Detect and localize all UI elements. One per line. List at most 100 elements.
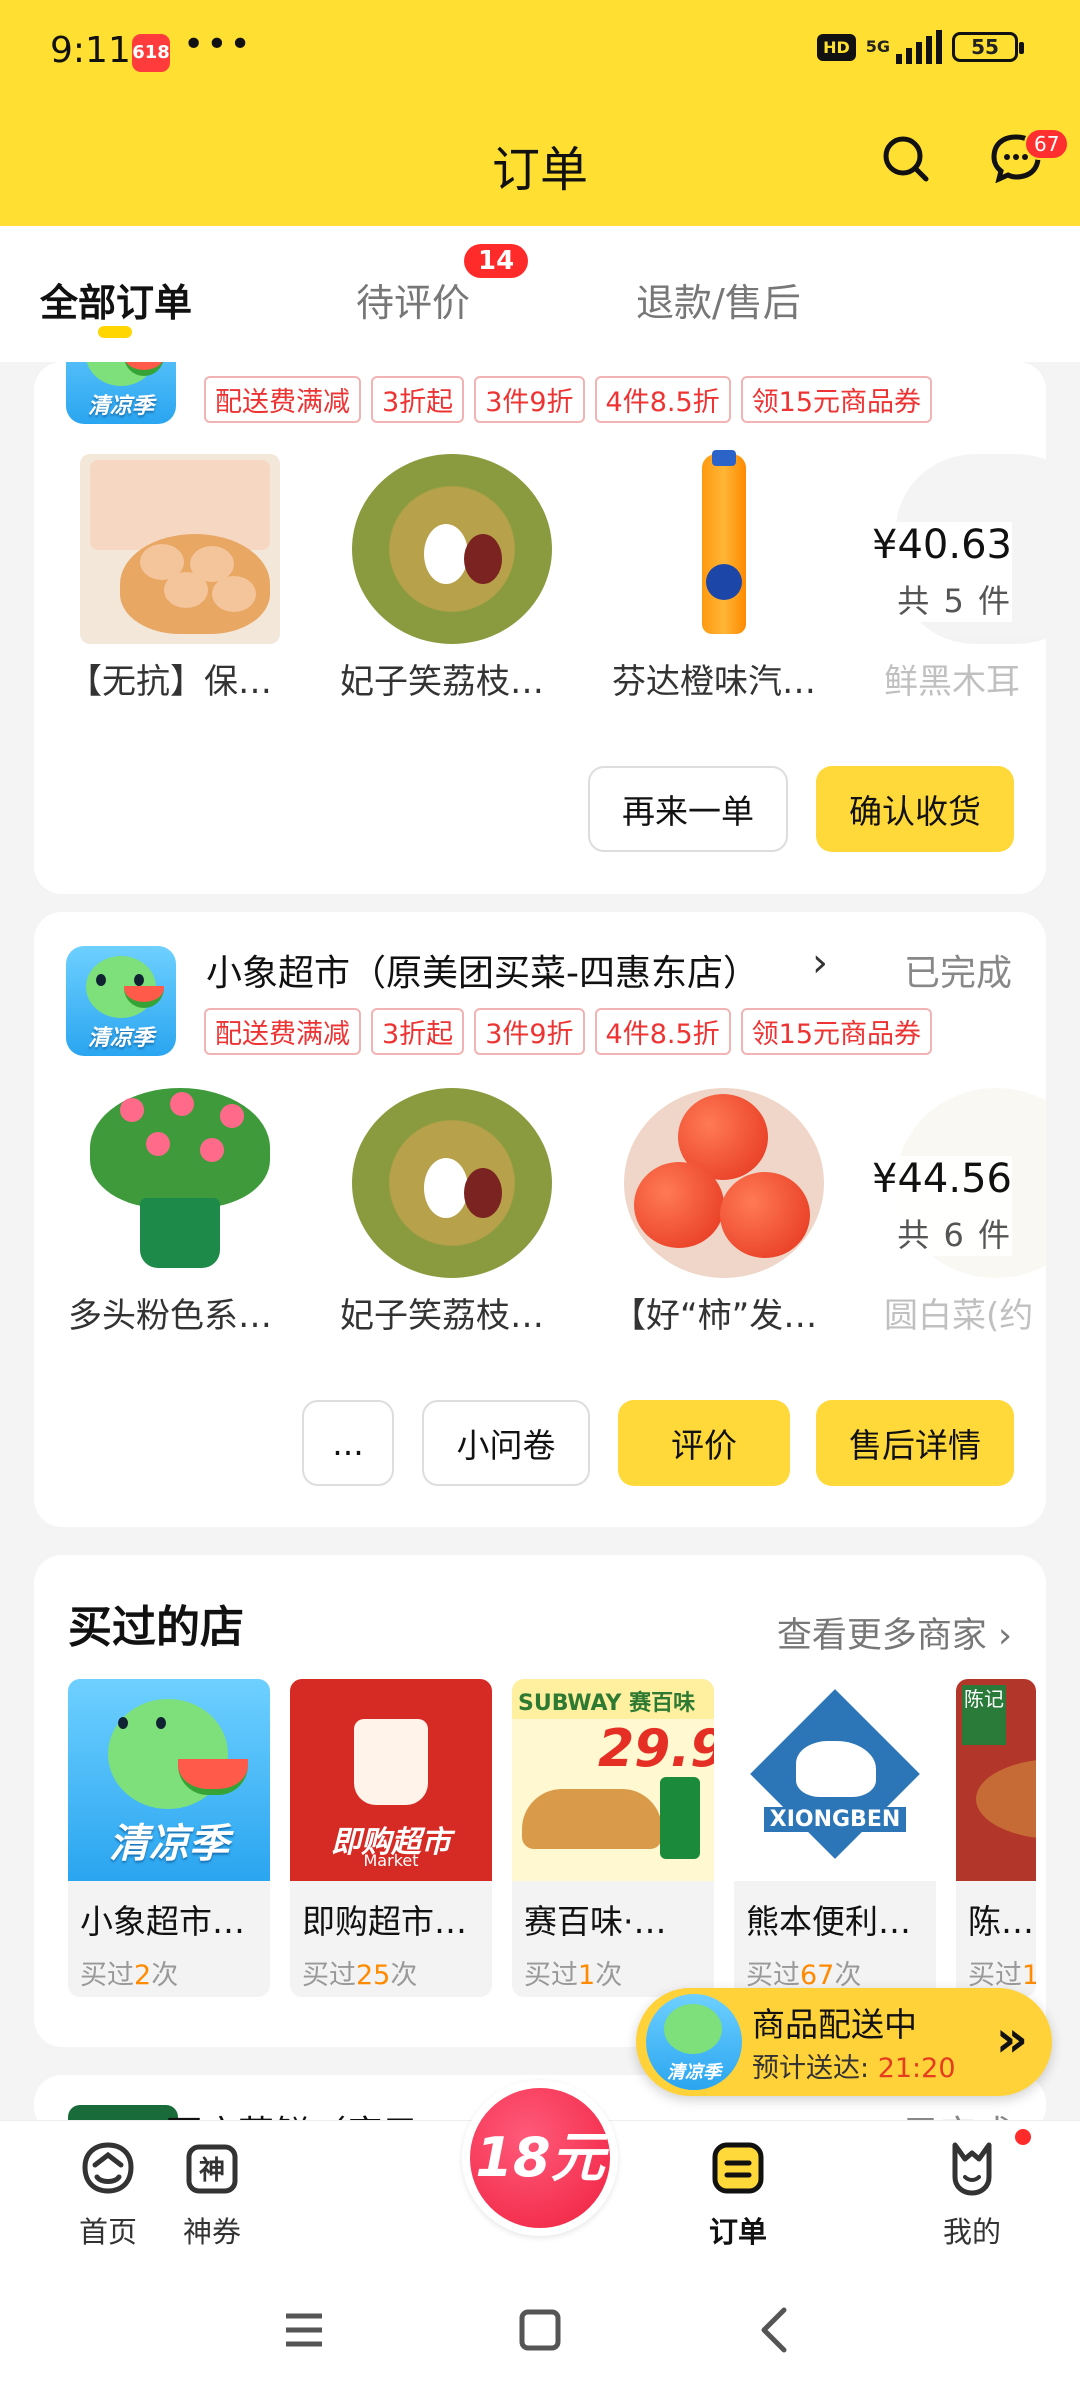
promo-tags: 配送费满减 3折起 3件9折 4件8.5折 领15元商品券 (204, 376, 933, 423)
aftersale-details-button[interactable]: 售后详情 (816, 1400, 1014, 1486)
more-actions-button[interactable]: ... (302, 1400, 394, 1486)
tab-to-review[interactable]: 待评价 (356, 272, 470, 327)
promo-tag: 领15元商品券 (740, 376, 933, 423)
status-time: 9:11 (50, 30, 131, 71)
to-review-badge: 14 (464, 244, 529, 278)
home-button-icon[interactable] (510, 2300, 570, 2360)
home-icon (82, 2142, 134, 2194)
nav-orders[interactable]: 订单 (668, 2137, 808, 2251)
store-tile[interactable]: 陈记 陈记 买过1 (956, 1679, 1036, 1997)
order-count: 共 6 件 (897, 1216, 1012, 1254)
promo-tag: 配送费满减 (204, 1008, 361, 1055)
promo-tag: 4件8.5折 (594, 376, 731, 423)
delivery-eta: 预计送达: 21:20 (752, 2053, 956, 2084)
item-name: 鲜黑木耳 (884, 662, 1020, 702)
item-name: 妃子笑荔枝… (340, 662, 544, 702)
order-tabs: 全部订单 待评价 14 退款/售后 (0, 226, 1080, 362)
order-item[interactable]: 【好“柿”发… (612, 1088, 842, 1337)
order-item[interactable]: 多头粉色系… (68, 1088, 298, 1337)
message-badge: 67 (1024, 128, 1070, 160)
lychee-image (352, 1088, 552, 1278)
shop-logo: 清凉季 (66, 946, 176, 1056)
nav-label: 订单 (708, 2215, 767, 2249)
order-card[interactable]: 清凉季 小象超市（原美团买菜-四惠东店） › 已完成 配送费满减 3折起 3件9… (34, 912, 1046, 1527)
profile-icon (952, 2142, 992, 2196)
order-total: ¥44.56 共 6 件 (852, 1156, 1012, 1256)
tab-all-orders[interactable]: 全部订单 (40, 272, 192, 327)
item-name: 多头粉色系… (68, 1296, 272, 1336)
search-icon[interactable] (880, 133, 930, 183)
item-name: 【无抗】保… (68, 662, 272, 702)
store-purchase-count: 买过25次 (302, 1960, 418, 1991)
survey-button[interactable]: 小问卷 (422, 1400, 590, 1486)
promo-tag: 3件9折 (474, 1008, 585, 1055)
promo-tag: 3折起 (371, 1008, 465, 1055)
delivery-status-banner[interactable]: 清凉季 商品配送中 预计送达: 21:20 » (636, 1988, 1052, 2096)
order-count: 共 5 件 (897, 582, 1012, 620)
back-icon[interactable] (746, 2300, 806, 2360)
store-name: 陈记 (968, 1902, 1034, 1941)
store-name: 赛百味·… (524, 1902, 667, 1941)
network-type: 5G (865, 37, 890, 56)
review-button[interactable]: 评价 (618, 1400, 790, 1486)
item-name: 圆白菜(约 (884, 1296, 1034, 1336)
promo-tag: 3件9折 (474, 376, 585, 423)
reorder-button[interactable]: 再来一单 (588, 766, 788, 852)
nav-label: 我的 (942, 2215, 1001, 2249)
promo-tag: 3折起 (371, 376, 465, 423)
order-price: ¥44.56 (872, 1156, 1012, 1202)
nav-coupons[interactable]: 神 神券 (142, 2137, 282, 2251)
tomato-image (624, 1088, 824, 1278)
store-purchase-count: 买过1 (968, 1960, 1036, 1991)
delivery-title: 商品配送中 (752, 2005, 917, 2044)
nav-18yuan-promo[interactable]: 18元 (462, 2080, 618, 2236)
promo-tag: 领15元商品券 (740, 1008, 933, 1055)
menu-icon[interactable] (274, 2300, 334, 2360)
lychee-image (352, 454, 552, 644)
item-name: 【好“柿”发… (612, 1296, 818, 1336)
eggs-image (80, 454, 280, 644)
store-image: 清凉季 (68, 1679, 270, 1881)
store-tile[interactable]: SUBWAY 赛百味 29.9 赛百味·… 买过1次 (512, 1679, 714, 1997)
coupon-icon: 神 (186, 2144, 238, 2194)
store-tile[interactable]: 即购超市 Market 即购超市… 买过25次 (290, 1679, 492, 1997)
system-nav-bar (0, 2258, 1080, 2400)
header-bar: 9:11 618 ••• HD 5G 55 订单 67 (0, 0, 1080, 226)
nav-label: 神券 (182, 2215, 241, 2249)
item-name: 芬达橙味汽… (612, 662, 816, 702)
store-tile[interactable]: 清凉季 小象超市… 买过2次 (68, 1679, 270, 1997)
item-name: 妃子笑荔枝… (340, 1296, 544, 1336)
tab-refund-aftersale[interactable]: 退款/售后 (636, 272, 801, 327)
store-purchase-count: 买过1次 (524, 1960, 623, 1991)
chevron-right-icon[interactable]: › (812, 940, 828, 986)
order-item[interactable]: 【无抗】保… (68, 454, 298, 703)
svg-text:神: 神 (199, 2156, 225, 2186)
store-purchase-count: 买过2次 (80, 1960, 179, 1991)
tab-active-indicator (98, 326, 132, 338)
store-image: SUBWAY 赛百味 29.9 (512, 1679, 714, 1881)
order-item[interactable]: 妃子笑荔枝… (340, 454, 570, 703)
nav-me[interactable]: 我的 (902, 2137, 1042, 2251)
store-tile[interactable]: XIONGBEN 熊本便利… 买过67次 (734, 1679, 936, 1997)
promo-tags: 配送费满减 3折起 3件9折 4件8.5折 领15元商品券 (204, 1008, 933, 1055)
app-notification-icon: 618 (132, 34, 170, 72)
order-item[interactable]: 妃子笑荔枝… (340, 1088, 570, 1337)
store-purchase-count: 买过67次 (746, 1960, 862, 1991)
status-bar: 9:11 618 ••• HD 5G 55 (0, 0, 1080, 110)
orders-icon (712, 2142, 764, 2194)
store-name: 熊本便利… (746, 1902, 911, 1941)
signal-icon (896, 30, 942, 64)
promo-tag: 配送费满减 (204, 376, 361, 423)
double-chevron-right-icon: » (995, 2010, 1028, 2068)
order-price: ¥40.63 (872, 522, 1012, 568)
stores-list: 清凉季 小象超市… 买过2次 即购超市 Market 即购超市… 买过25次 S… (68, 1679, 1036, 1997)
view-more-stores-link[interactable]: 查看更多商家 › (777, 1607, 1012, 1658)
order-item[interactable]: 芬达橙味汽… (612, 450, 842, 703)
shop-name[interactable]: 小象超市（原美团买菜-四惠东店） (206, 944, 759, 996)
confirm-receipt-button[interactable]: 确认收货 (816, 766, 1014, 852)
status-indicators: HD 5G 55 (817, 30, 1024, 64)
rose-plant-image (80, 1088, 280, 1278)
order-card[interactable]: 清凉季 配送费满减 3折起 3件9折 4件8.5折 领15元商品券 【无抗】保…… (34, 362, 1046, 894)
order-total: ¥40.63 共 5 件 (852, 522, 1012, 622)
hd-icon: HD (817, 33, 856, 61)
